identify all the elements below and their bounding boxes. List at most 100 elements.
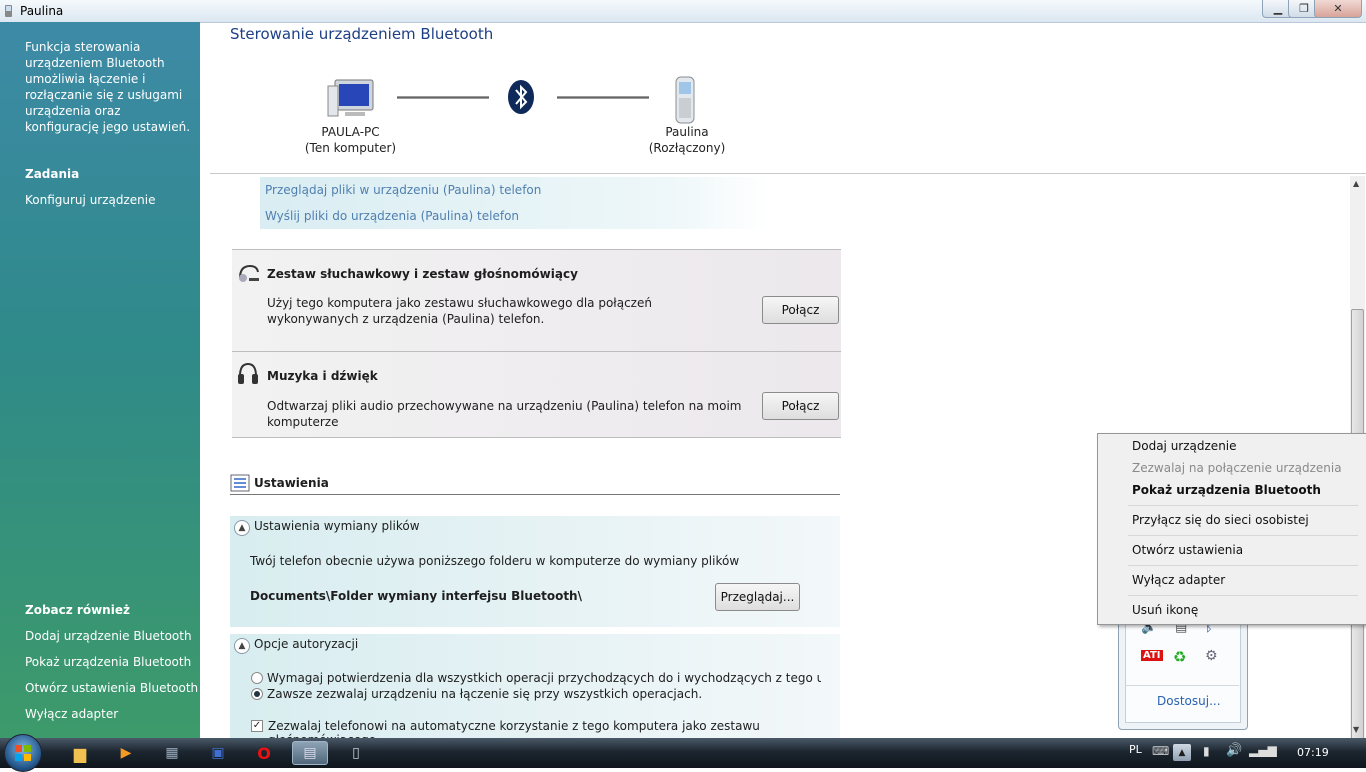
clock[interactable]: 07:19 — [1297, 746, 1329, 759]
settings-heading: Ustawienia — [254, 476, 329, 490]
computer-sub: (Ten komputer) — [304, 141, 397, 155]
headset-service: Zestaw słuchawkowy i zestaw głośnomówiąc… — [232, 249, 841, 351]
show-hidden-icons-button[interactable]: ▲ — [1173, 744, 1191, 761]
folder-icon: ▆ — [73, 743, 87, 763]
see-also-heading: Zobacz również — [25, 603, 130, 617]
battery-icon[interactable]: ▮ — [1203, 744, 1210, 758]
device-status: (Rozłączony) — [648, 141, 726, 155]
left-pane: Funkcja sterowania urządzeniem Bluetooth… — [0, 22, 200, 738]
headset-service-title: Zestaw słuchawkowy i zestaw głośnomówiąc… — [267, 267, 578, 281]
menu-disable-adapter[interactable]: Wyłącz adapter — [1132, 573, 1225, 587]
taskbar: ▆ ▶ ▦ ▣ O ▤ ▯ PL ⌨ ▲ ▮ 🔊 ▂▄▆ 07:19 — [0, 734, 1366, 772]
tray-divider — [1125, 685, 1239, 686]
menu-join-personal-network[interactable]: Przyłącz się do sieci osobistej — [1132, 513, 1309, 527]
menu-separator — [1128, 535, 1358, 536]
browse-folder-button[interactable]: Przeglądaj... — [715, 583, 800, 611]
scroll-up-arrow-icon[interactable]: ▲ — [1353, 179, 1359, 188]
program-taskbar-button[interactable]: ▦ — [154, 741, 190, 765]
bluetooth-context-menu: Dodaj urządzenie Zezwalaj na połączenie … — [1097, 433, 1366, 625]
authorization-title: Opcje autoryzacji — [254, 637, 359, 651]
require-confirmation-label: Wymagaj potwierdzenia dla wszystkich ope… — [267, 671, 821, 685]
music-service-title: Muzyka i dźwięk — [267, 369, 378, 383]
sync-tray-icon[interactable]: ♻ — [1173, 648, 1186, 666]
header-divider — [210, 173, 1366, 174]
scroll-down-arrow-icon[interactable]: ▼ — [1353, 725, 1359, 734]
exchange-folder-path: Documents\Folder wymiany interfejsu Blue… — [250, 589, 582, 603]
radio-selected-dot — [254, 691, 260, 697]
computer-name: PAULA-PC — [321, 125, 380, 139]
always-allow-radio[interactable] — [251, 688, 263, 700]
title-bar: Paulina ▁ ❐ ✕ — [0, 0, 1366, 23]
require-confirmation-radio[interactable] — [251, 672, 263, 684]
settings-list-icon — [230, 474, 250, 492]
music-service: Muzyka i dźwięk Odtwarzaj pliki audio pr… — [232, 351, 841, 438]
keyboard-icon[interactable]: ⌨ — [1152, 744, 1169, 758]
authorization-panel: ▲ Opcje autoryzacji Wymagaj potwierdzeni… — [230, 634, 840, 747]
menu-remove-icon[interactable]: Usuń ikonę — [1132, 603, 1198, 617]
phone-icon — [675, 76, 695, 124]
headset-icon — [239, 264, 259, 282]
chevron-up-icon: ▲ — [238, 641, 246, 651]
configure-device-link[interactable]: Konfiguruj urządzenie — [25, 193, 156, 207]
opera-taskbar-button[interactable]: O — [246, 741, 282, 765]
minimize-icon: ▁ — [1273, 2, 1283, 15]
headset-service-description: Użyj tego komputera jako zestawu słuchaw… — [267, 296, 652, 326]
show-bluetooth-devices-link[interactable]: Pokaż urządzenia Bluetooth — [25, 655, 191, 669]
music-connect-button[interactable]: Połącz — [762, 392, 839, 420]
always-allow-label: Zawsze zezwalaj urządzeniu na łączenie s… — [267, 687, 703, 701]
authorization-collapse-button[interactable]: ▲ — [234, 638, 250, 654]
bluetooth-app-icon — [5, 5, 12, 17]
computer-label: PAULA-PC (Ten komputer) — [300, 124, 401, 156]
send-files-link[interactable]: Wyślij pliki do urządzenia (Paulina) tel… — [265, 209, 519, 223]
tasks-heading: Zadania — [25, 167, 80, 181]
headset-connect-button[interactable]: Połącz — [762, 296, 839, 324]
add-bluetooth-device-link[interactable]: Dodaj urządzenie Bluetooth — [25, 629, 192, 643]
menu-separator — [1128, 505, 1358, 506]
explorer-taskbar-button[interactable]: ▆ — [62, 741, 98, 765]
handsfree-checkbox[interactable]: ✓ — [251, 720, 263, 732]
connection-line-right — [557, 96, 649, 99]
start-button[interactable] — [4, 734, 42, 772]
bluetooth-window-taskbar-button[interactable]: ▯ — [338, 741, 374, 765]
control-panel-taskbar-button[interactable]: ▤ — [292, 741, 328, 765]
ati-tray-icon[interactable]: ATI — [1141, 650, 1163, 661]
close-button[interactable]: ✕ — [1314, 0, 1362, 18]
media-player-taskbar-button[interactable]: ▶ — [108, 741, 144, 765]
customize-link[interactable]: Dostosuj... — [1157, 694, 1221, 708]
signal-icon[interactable]: ▂▄▆ — [1249, 743, 1277, 757]
menu-separator — [1128, 595, 1358, 596]
menu-show-bluetooth-devices[interactable]: Pokaż urządzenia Bluetooth — [1132, 483, 1321, 497]
close-icon: ✕ — [1333, 2, 1343, 15]
restore-icon: ❐ — [1299, 2, 1309, 15]
page-title: Sterowanie urządzeniem Bluetooth — [230, 25, 494, 43]
floppy-icon: ▣ — [211, 745, 225, 761]
menu-open-settings[interactable]: Otwórz ustawienia — [1132, 543, 1243, 557]
menu-allow-connection: Zezwalaj na połączenie urządzenia — [1132, 461, 1342, 475]
disable-adapter-link[interactable]: Wyłącz adapter — [25, 707, 118, 721]
file-exchange-collapse-button[interactable]: ▲ — [234, 520, 250, 536]
file-exchange-panel: ▲ Ustawienia wymiany plików Twój telefon… — [230, 516, 840, 627]
control-panel-icon: ▤ — [303, 745, 317, 761]
browse-files-link[interactable]: Przeglądaj pliki w urządzeniu (Paulina) … — [265, 183, 541, 197]
language-indicator[interactable]: PL — [1129, 743, 1142, 756]
file-exchange-title: Ustawienia wymiany plików — [254, 519, 420, 533]
headphones-icon — [238, 362, 258, 384]
volume-icon[interactable]: 🔊 — [1226, 743, 1242, 758]
computer-icon — [327, 79, 374, 117]
open-bluetooth-settings-link[interactable]: Otwórz ustawienia Bluetooth — [25, 681, 198, 695]
program-icon: ▦ — [165, 745, 179, 761]
network-tray-icon[interactable]: ⚙ — [1205, 648, 1218, 664]
menu-add-device[interactable]: Dodaj urządzenie — [1132, 439, 1237, 453]
settings-divider — [230, 494, 840, 495]
connection-line-left — [397, 96, 489, 99]
device-label: Paulina (Rozłączony) — [647, 124, 727, 156]
menu-separator — [1128, 565, 1358, 566]
media-play-icon: ▶ — [120, 745, 132, 761]
file-exchange-text: Twój telefon obecnie używa poniższego fo… — [250, 554, 740, 568]
music-service-description: Odtwarzaj pliki audio przechowywane na u… — [267, 399, 742, 429]
save-taskbar-button[interactable]: ▣ — [200, 741, 236, 765]
chevron-up-icon: ▲ — [238, 523, 246, 533]
checkmark-icon: ✓ — [252, 720, 262, 731]
device-name: Paulina — [665, 125, 709, 139]
opera-icon: O — [257, 743, 271, 763]
